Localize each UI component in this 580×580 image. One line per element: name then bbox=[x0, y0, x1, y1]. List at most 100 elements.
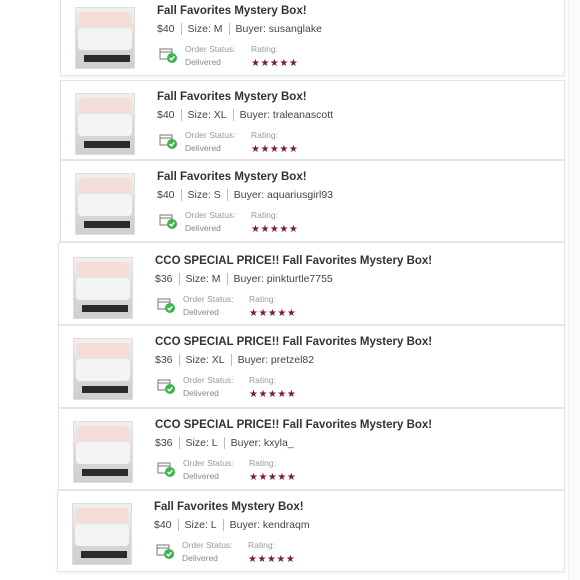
price: $40 bbox=[157, 23, 175, 35]
rating-label: Rating: bbox=[249, 458, 276, 468]
buyer[interactable]: Buyer: aquariusgirl93 bbox=[234, 189, 333, 201]
buyer[interactable]: Buyer: kendraqm bbox=[230, 519, 310, 531]
order-status-value: Delivered bbox=[183, 471, 219, 481]
product-thumbnail[interactable] bbox=[75, 7, 135, 69]
order-status: Order Status: Delivered bbox=[183, 374, 234, 400]
product-thumbnail[interactable] bbox=[73, 257, 133, 319]
divider bbox=[180, 109, 182, 121]
listing-title[interactable]: Fall Favorites Mystery Box! bbox=[154, 501, 304, 513]
order-card[interactable]: Fall Favorites Mystery Box! $40 Size: XL… bbox=[60, 80, 565, 160]
size: Size: M bbox=[185, 273, 221, 285]
star-rating-icon: ★★★★★ bbox=[249, 472, 297, 483]
order-status-value: Delivered bbox=[182, 553, 218, 563]
order-meta: $36 Size: M Buyer: pinkturtle7755 bbox=[155, 273, 333, 285]
buyer[interactable]: Buyer: pretzel82 bbox=[238, 354, 314, 366]
divider bbox=[180, 23, 182, 35]
product-thumbnail[interactable] bbox=[73, 421, 133, 483]
order-meta: $36 Size: L Buyer: kxyla_ bbox=[155, 437, 294, 449]
size: Size: L bbox=[185, 437, 218, 449]
listing-title[interactable]: Fall Favorites Mystery Box! bbox=[157, 171, 307, 183]
size: Size: L bbox=[184, 519, 217, 531]
buyer[interactable]: Buyer: susanglake bbox=[236, 23, 322, 35]
order-status-value: Delivered bbox=[183, 307, 219, 317]
order-status: Order Status: Delivered bbox=[185, 43, 236, 69]
rating: Rating: ★★★★★ bbox=[251, 43, 298, 70]
listing-title[interactable]: Fall Favorites Mystery Box! bbox=[157, 91, 307, 103]
order-card[interactable]: CCO SPECIAL PRICE!! Fall Favorites Myste… bbox=[58, 408, 565, 490]
product-thumbnail[interactable] bbox=[73, 338, 133, 400]
order-meta: $36 Size: XL Buyer: pretzel82 bbox=[155, 354, 314, 366]
divider bbox=[232, 109, 234, 121]
divider bbox=[223, 437, 225, 449]
divider bbox=[230, 354, 232, 366]
order-status: Order Status: Delivered bbox=[182, 539, 233, 565]
listing-title[interactable]: CCO SPECIAL PRICE!! Fall Favorites Myste… bbox=[155, 419, 432, 431]
rating-label: Rating: bbox=[248, 540, 275, 550]
order-status: Order Status: Delivered bbox=[183, 457, 234, 483]
order-card[interactable]: Fall Favorites Mystery Box! $40 Size: S … bbox=[60, 160, 565, 242]
delivered-box-icon bbox=[156, 544, 174, 559]
order-status: Order Status: Delivered bbox=[185, 209, 236, 235]
order-status-label: Order Status: bbox=[185, 44, 236, 54]
divider bbox=[178, 354, 180, 366]
scrollbar[interactable] bbox=[568, 0, 580, 580]
star-rating-icon: ★★★★★ bbox=[251, 144, 299, 155]
rating: Rating: ★★★★★ bbox=[249, 293, 296, 320]
order-status-value: Delivered bbox=[183, 388, 219, 398]
size: Size: M bbox=[187, 23, 223, 35]
order-meta: $40 Size: S Buyer: aquariusgirl93 bbox=[157, 189, 333, 201]
rating: Rating: ★★★★★ bbox=[249, 374, 296, 401]
product-thumbnail[interactable] bbox=[75, 93, 135, 155]
buyer[interactable]: Buyer: pinkturtle7755 bbox=[234, 273, 333, 285]
order-card[interactable]: CCO SPECIAL PRICE!! Fall Favorites Myste… bbox=[58, 325, 565, 408]
delivered-box-icon bbox=[159, 214, 177, 229]
order-status-label: Order Status: bbox=[183, 294, 234, 304]
order-card[interactable]: CCO SPECIAL PRICE!! Fall Favorites Myste… bbox=[58, 242, 565, 325]
star-rating-icon: ★★★★★ bbox=[251, 58, 299, 69]
divider bbox=[180, 189, 182, 201]
rating-label: Rating: bbox=[249, 294, 276, 304]
buyer[interactable]: Buyer: kxyla_ bbox=[231, 437, 294, 449]
listing-title[interactable]: Fall Favorites Mystery Box! bbox=[157, 5, 307, 17]
divider bbox=[222, 519, 224, 531]
delivered-box-icon bbox=[159, 48, 177, 63]
order-meta: $40 Size: M Buyer: susanglake bbox=[157, 23, 322, 35]
star-rating-icon: ★★★★★ bbox=[249, 308, 297, 319]
rating-label: Rating: bbox=[251, 210, 278, 220]
order-card[interactable]: Fall Favorites Mystery Box! $40 Size: L … bbox=[57, 490, 565, 572]
order-status-label: Order Status: bbox=[185, 130, 236, 140]
buyer[interactable]: Buyer: traleanascott bbox=[240, 109, 333, 121]
product-thumbnail[interactable] bbox=[75, 173, 135, 235]
star-rating-icon: ★★★★★ bbox=[248, 554, 296, 565]
size: Size: XL bbox=[187, 109, 227, 121]
rating-label: Rating: bbox=[251, 44, 278, 54]
rating: Rating: ★★★★★ bbox=[251, 129, 298, 156]
price: $40 bbox=[157, 189, 175, 201]
order-meta: $40 Size: L Buyer: kendraqm bbox=[154, 519, 310, 531]
divider bbox=[228, 23, 230, 35]
product-thumbnail[interactable] bbox=[72, 503, 132, 565]
price: $40 bbox=[154, 519, 172, 531]
delivered-box-icon bbox=[157, 379, 175, 394]
star-rating-icon: ★★★★★ bbox=[249, 389, 297, 400]
order-status-label: Order Status: bbox=[183, 458, 234, 468]
rating-label: Rating: bbox=[251, 130, 278, 140]
order-status-label: Order Status: bbox=[182, 540, 233, 550]
divider bbox=[226, 273, 228, 285]
price: $36 bbox=[155, 437, 173, 449]
order-card[interactable]: Fall Favorites Mystery Box! $40 Size: M … bbox=[60, 0, 565, 76]
order-status-value: Delivered bbox=[185, 143, 221, 153]
order-status-value: Delivered bbox=[185, 223, 221, 233]
divider bbox=[226, 189, 228, 201]
price: $36 bbox=[155, 354, 173, 366]
listing-title[interactable]: CCO SPECIAL PRICE!! Fall Favorites Myste… bbox=[155, 336, 432, 348]
divider bbox=[178, 273, 180, 285]
order-status: Order Status: Delivered bbox=[183, 293, 234, 319]
rating: Rating: ★★★★★ bbox=[248, 539, 295, 566]
divider bbox=[177, 519, 179, 531]
delivered-box-icon bbox=[157, 462, 175, 477]
listing-title[interactable]: CCO SPECIAL PRICE!! Fall Favorites Myste… bbox=[155, 255, 432, 267]
rating: Rating: ★★★★★ bbox=[249, 457, 296, 484]
rating: Rating: ★★★★★ bbox=[251, 209, 298, 236]
star-rating-icon: ★★★★★ bbox=[251, 224, 299, 235]
